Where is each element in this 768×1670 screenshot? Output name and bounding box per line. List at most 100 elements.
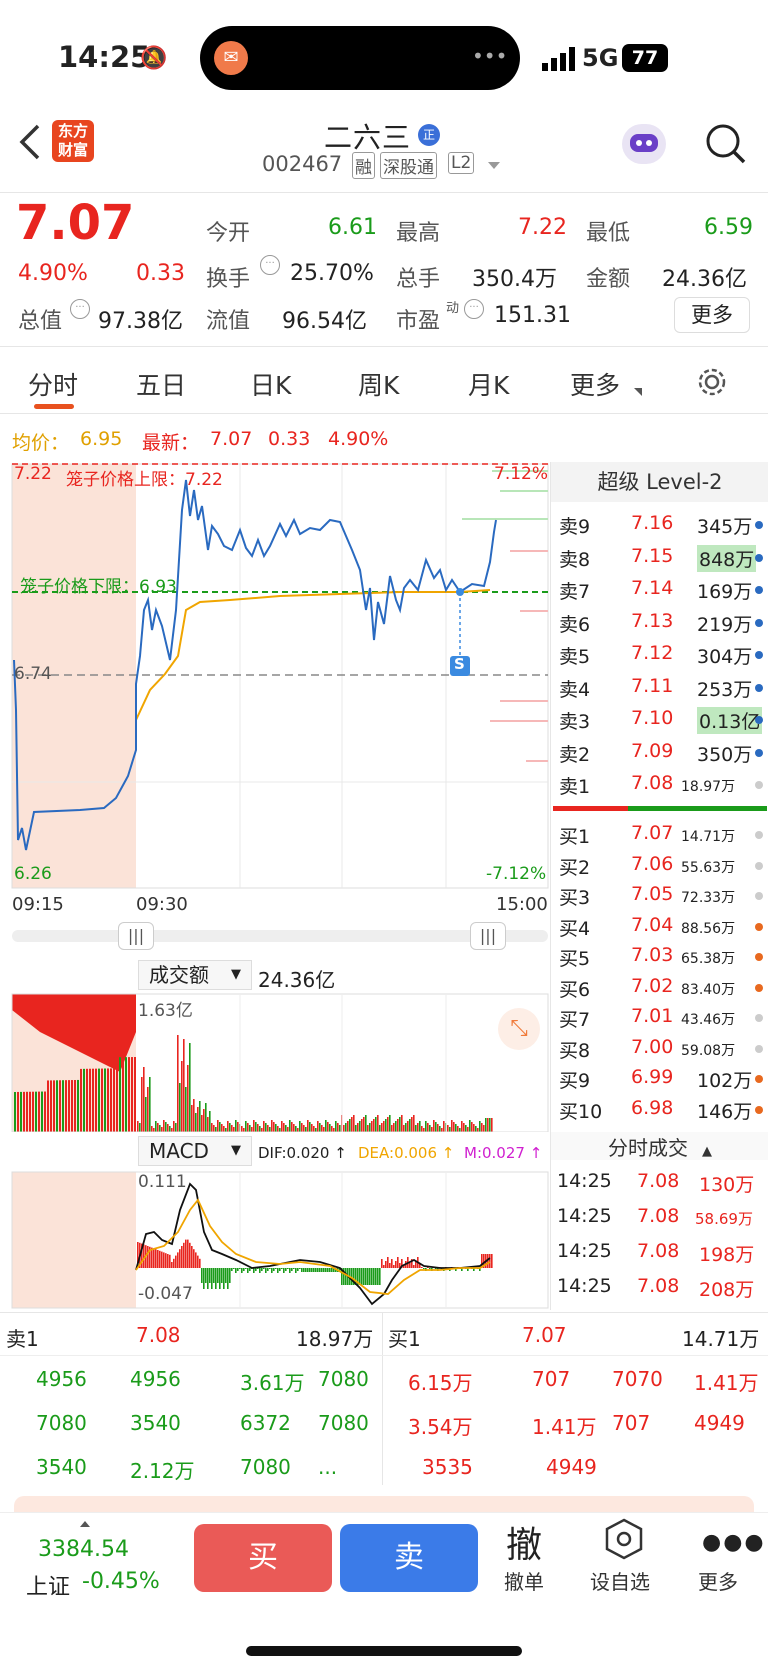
macd-bar bbox=[301, 1268, 303, 1272]
volume-bar bbox=[489, 1118, 491, 1132]
macd-bar bbox=[261, 1268, 263, 1271]
ask-row[interactable]: 卖2 7.09 350万 bbox=[551, 736, 766, 768]
select-arrow-icon: ▼ bbox=[231, 967, 241, 982]
volume-bar bbox=[309, 1122, 311, 1132]
bid-row[interactable]: 买5 7.03 65.38万 bbox=[551, 940, 766, 972]
volume-bar bbox=[181, 1061, 183, 1132]
ask-row[interactable]: 卖5 7.12 304万 bbox=[551, 638, 766, 670]
index-change[interactable]: -0.45% bbox=[82, 1569, 160, 1594]
more-button[interactable]: 更多 bbox=[674, 297, 750, 333]
cancel-order-label[interactable]: 撤单 bbox=[504, 1566, 544, 1595]
index-name[interactable]: 上证 bbox=[26, 1569, 70, 1601]
volume-bar bbox=[86, 1068, 88, 1132]
add-watchlist-label[interactable]: 设自选 bbox=[590, 1566, 650, 1595]
ask-volume: 253万 bbox=[697, 678, 753, 701]
ask-row[interactable]: 卖8 7.15 848万 bbox=[551, 541, 766, 573]
macd-min-label: -0.047 bbox=[138, 1284, 193, 1304]
slider-handle-left[interactable]: ||| bbox=[118, 922, 154, 950]
settings-gear-icon[interactable] bbox=[694, 364, 730, 404]
queue-buy-cell: 7070 bbox=[612, 1367, 663, 1391]
dropdown-arrow-icon[interactable] bbox=[488, 162, 500, 169]
macd-bar bbox=[241, 1268, 243, 1273]
volume-bar bbox=[253, 1120, 255, 1132]
more-menu-icon[interactable]: ●●● bbox=[702, 1530, 766, 1555]
spread-divider bbox=[553, 806, 767, 811]
macd-indicator-select[interactable]: MACD ▼ bbox=[138, 1136, 252, 1166]
macd-bar bbox=[365, 1268, 367, 1285]
tab-more[interactable]: 更多 bbox=[570, 366, 620, 402]
volume-bar bbox=[251, 1127, 253, 1132]
macd-bar bbox=[377, 1268, 379, 1285]
index-value[interactable]: 3384.54 bbox=[38, 1537, 129, 1562]
cancel-order-icon[interactable]: 撤 bbox=[506, 1516, 542, 1568]
bid-row[interactable]: 买9 6.99 102万 bbox=[551, 1062, 766, 1094]
slider-handle-right[interactable]: ||| bbox=[470, 922, 506, 950]
bid-row[interactable]: 买1 7.07 14.71万 bbox=[551, 818, 766, 850]
intraday-price-chart[interactable] bbox=[0, 460, 550, 900]
volume-bar bbox=[17, 1091, 19, 1132]
bid-row[interactable]: 买6 7.02 83.40万 bbox=[551, 971, 766, 1003]
volume-bar bbox=[241, 1126, 243, 1132]
trades-title[interactable]: 分时成交 ▲ bbox=[551, 1132, 768, 1160]
volume-bar bbox=[98, 1068, 100, 1132]
tab-day-k[interactable]: 日K bbox=[250, 366, 291, 402]
sell-signal-label[interactable]: S bbox=[454, 655, 465, 673]
tab-month-k[interactable]: 月K bbox=[468, 366, 509, 402]
info-icon[interactable]: ··· bbox=[70, 299, 90, 319]
ask-price: 7.08 bbox=[631, 772, 674, 794]
bid-level: 买7 bbox=[559, 1009, 591, 1031]
queue-sell-price: 7.08 bbox=[136, 1323, 181, 1347]
macd-bar bbox=[245, 1268, 247, 1269]
bid-row[interactable]: 买10 6.98 146万 bbox=[551, 1093, 766, 1125]
ask-row[interactable]: 卖3 7.10 0.13亿 bbox=[551, 703, 766, 735]
bid-row[interactable]: 买3 7.05 72.33万 bbox=[551, 879, 766, 911]
change-pct: 4.90% bbox=[18, 261, 88, 286]
trade-volume: 130万 bbox=[699, 1174, 755, 1196]
expand-icon[interactable]: ⤡ bbox=[498, 1008, 540, 1050]
buy-button[interactable]: 买 bbox=[194, 1524, 332, 1592]
info-icon[interactable]: ··· bbox=[260, 255, 280, 275]
macd-bar bbox=[221, 1268, 223, 1283]
bid-row[interactable]: 买7 7.01 43.46万 bbox=[551, 1001, 766, 1033]
bid-row[interactable]: 买2 7.06 55.63万 bbox=[551, 849, 766, 881]
add-watchlist-icon[interactable] bbox=[604, 1518, 644, 1564]
volume-bar bbox=[427, 1123, 429, 1132]
bid-row[interactable]: 买4 7.04 88.56万 bbox=[551, 910, 766, 942]
ask-row[interactable]: 卖1 7.08 18.97万 bbox=[551, 768, 766, 800]
ask-row[interactable]: 卖6 7.13 219万 bbox=[551, 606, 766, 638]
macd-bar bbox=[207, 1268, 209, 1289]
volume-bar bbox=[391, 1125, 393, 1132]
info-icon[interactable]: ··· bbox=[464, 299, 484, 319]
more-menu-label[interactable]: 更多 bbox=[698, 1566, 738, 1595]
tab-5day[interactable]: 五日 bbox=[136, 366, 186, 402]
back-icon[interactable] bbox=[16, 120, 44, 168]
mail-app-icon: ✉ bbox=[214, 41, 248, 75]
badge-text: 正 bbox=[422, 128, 435, 142]
macd-bar bbox=[147, 1246, 149, 1268]
search-icon[interactable] bbox=[704, 122, 748, 170]
volume-bar bbox=[71, 1080, 73, 1132]
bid-dot-icon bbox=[755, 1075, 763, 1083]
ask-level: 卖2 bbox=[559, 743, 591, 766]
tab-intraday[interactable]: 分时 bbox=[28, 366, 78, 402]
sell-button[interactable]: 卖 bbox=[340, 1524, 478, 1592]
ask-volume: 304万 bbox=[697, 646, 753, 668]
bid-row[interactable]: 买8 7.00 59.08万 bbox=[551, 1032, 766, 1064]
low-value: 6.59 bbox=[704, 215, 753, 240]
time-range-slider[interactable] bbox=[12, 930, 548, 942]
macd-bar bbox=[389, 1263, 391, 1268]
stock-code: 002467 bbox=[262, 152, 343, 176]
ask-row[interactable]: 卖4 7.11 253万 bbox=[551, 671, 766, 703]
volume-bar bbox=[481, 1123, 483, 1132]
tab-week-k[interactable]: 周K bbox=[358, 366, 399, 402]
volume-indicator-select[interactable]: 成交额 ▼ bbox=[138, 960, 252, 990]
trade-time: 14:25 bbox=[557, 1275, 612, 1297]
ask-price: 7.14 bbox=[631, 577, 674, 599]
volume-bar bbox=[359, 1121, 361, 1132]
ask-row[interactable]: 卖9 7.16 345万 bbox=[551, 508, 766, 540]
robot-assistant-icon[interactable] bbox=[622, 124, 666, 164]
macd-bar bbox=[175, 1255, 177, 1268]
ask-row[interactable]: 卖7 7.14 169万 bbox=[551, 573, 766, 605]
volume-bar bbox=[279, 1128, 281, 1132]
volume-bar bbox=[399, 1117, 401, 1132]
